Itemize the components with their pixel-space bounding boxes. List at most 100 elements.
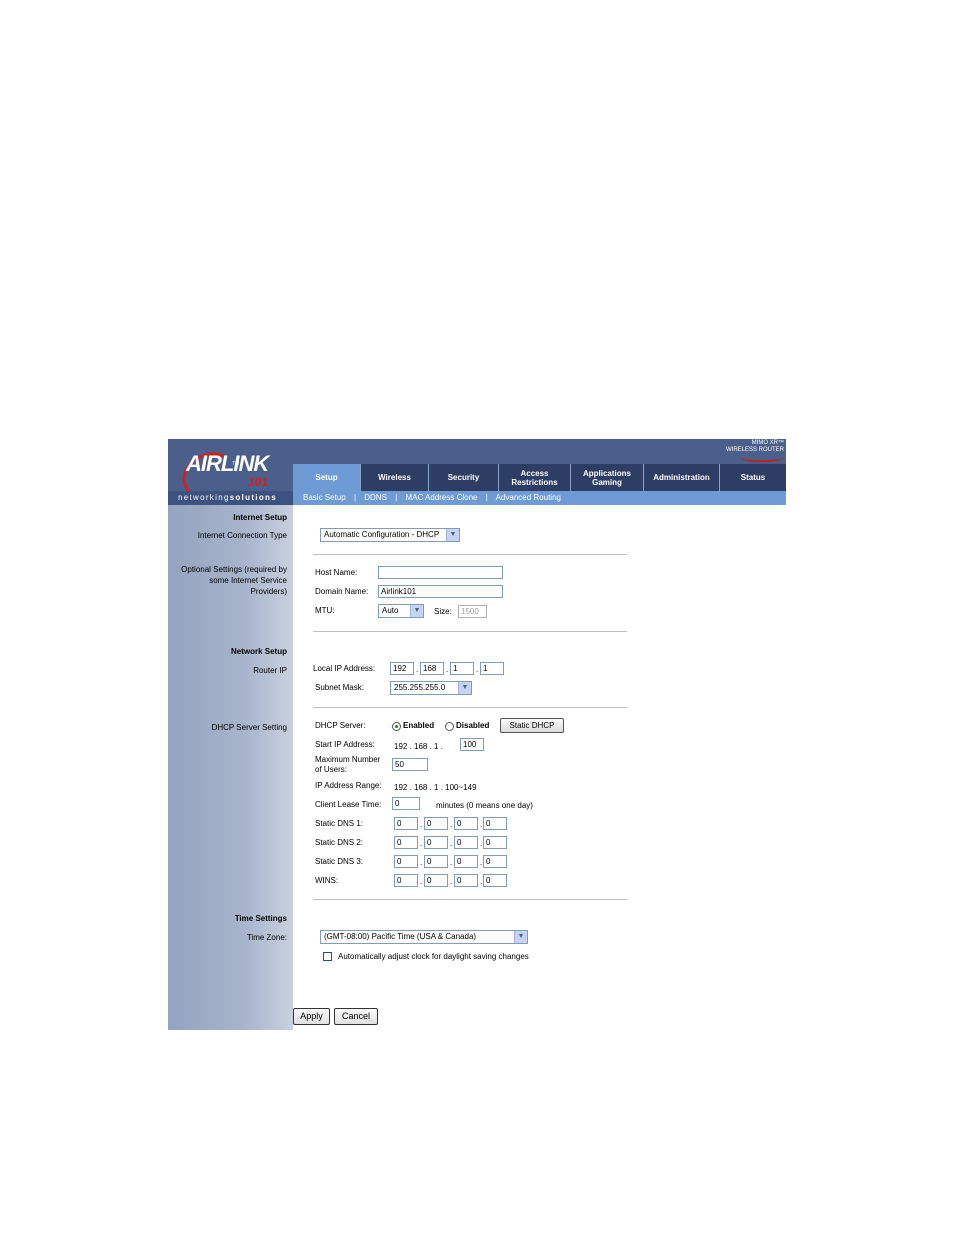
size-label: Size: bbox=[434, 607, 452, 616]
subnav-separator: | bbox=[485, 493, 488, 502]
local-ip-octet-2[interactable]: 168 bbox=[420, 662, 444, 675]
dhcp-enabled-label: Enabled bbox=[403, 721, 435, 730]
dns3-octet-3[interactable]: 0 bbox=[454, 855, 478, 868]
sub-navigation: Basic Setup | DDNS | MAC Address Clone |… bbox=[293, 491, 786, 505]
subnav-basic-setup[interactable]: Basic Setup bbox=[303, 493, 346, 502]
tab-applications-gaming[interactable]: Applications Gaming bbox=[571, 464, 644, 491]
daylight-saving-label: Automatically adjust clock for daylight … bbox=[338, 952, 529, 961]
dns3-octet-4[interactable]: 0 bbox=[483, 855, 507, 868]
tab-security[interactable]: Security bbox=[429, 464, 499, 491]
label-optional-settings: Optional Settings (required by some Inte… bbox=[181, 565, 287, 596]
ip-dot: . bbox=[480, 858, 483, 867]
mtu-select[interactable]: Auto ▼ bbox=[378, 604, 424, 618]
time-zone-value: (GMT-08:00) Pacific Time (USA & Canada) bbox=[324, 932, 477, 941]
wins-octet-1[interactable]: 0 bbox=[394, 874, 418, 887]
section-internet-setup: Internet Setup bbox=[233, 513, 287, 522]
product-name: MIMO XR™ WIRELESS ROUTER bbox=[726, 440, 784, 462]
dns3-octet-1[interactable]: 0 bbox=[394, 855, 418, 868]
router-admin-window: AIRLINK TM 101 networkingsolutions MIMO … bbox=[168, 439, 786, 1030]
brand-tagline: networkingsolutions bbox=[168, 491, 293, 505]
dns1-octet-4[interactable]: 0 bbox=[483, 817, 507, 830]
dhcp-enabled-radio[interactable] bbox=[392, 722, 401, 731]
connection-type-value: Automatic Configuration - DHCP bbox=[324, 530, 440, 539]
local-ip-octet-3[interactable]: 1 bbox=[450, 662, 474, 675]
lease-time-hint: minutes (0 means one day) bbox=[436, 801, 533, 810]
subnet-mask-label: Subnet Mask: bbox=[315, 683, 364, 692]
dns3-label: Static DNS 3: bbox=[315, 857, 364, 866]
chevron-down-icon: ▼ bbox=[458, 682, 471, 694]
divider bbox=[313, 631, 627, 632]
ip-dot: . bbox=[420, 820, 423, 829]
host-name-input[interactable] bbox=[378, 566, 503, 579]
dns3-octet-2[interactable]: 0 bbox=[424, 855, 448, 868]
mtu-value: Auto bbox=[382, 606, 399, 615]
max-users-label: Maximum Number of Users: bbox=[315, 755, 381, 774]
main-content: Automatic Configuration - DHCP ▼ Host Na… bbox=[293, 505, 786, 1030]
sidebar: Internet Setup Internet Connection Type … bbox=[168, 505, 293, 1030]
ip-dot: . bbox=[446, 665, 449, 674]
ip-dot: . bbox=[416, 665, 419, 674]
ip-dot: . bbox=[480, 820, 483, 829]
subnav-mac-address-clone[interactable]: MAC Address Clone bbox=[405, 493, 477, 502]
subnav-advanced-routing[interactable]: Advanced Routing bbox=[496, 493, 561, 502]
wins-label: WINS: bbox=[315, 876, 339, 885]
dns1-label: Static DNS 1: bbox=[315, 819, 364, 828]
host-name-label: Host Name: bbox=[315, 568, 358, 577]
brand-suffix: solutions bbox=[229, 493, 277, 502]
chevron-down-icon: ▼ bbox=[410, 605, 423, 617]
wins-octet-3[interactable]: 0 bbox=[454, 874, 478, 887]
ip-dot: . bbox=[450, 877, 453, 886]
ip-dot: . bbox=[420, 877, 423, 886]
lease-time-input[interactable]: 0 bbox=[392, 797, 420, 810]
dhcp-server-label: DHCP Server: bbox=[315, 721, 366, 730]
wins-octet-4[interactable]: 0 bbox=[483, 874, 507, 887]
tab-administration[interactable]: Administration bbox=[644, 464, 720, 491]
tab-wireless[interactable]: Wireless bbox=[361, 464, 429, 491]
local-ip-octet-4[interactable]: 1 bbox=[480, 662, 504, 675]
apply-button[interactable]: Apply bbox=[293, 1008, 330, 1025]
tab-status[interactable]: Status bbox=[720, 464, 786, 491]
dns1-octet-3[interactable]: 0 bbox=[454, 817, 478, 830]
section-time-settings: Time Settings bbox=[234, 914, 287, 923]
divider bbox=[313, 899, 627, 900]
tab-access-restrictions[interactable]: Access Restrictions bbox=[499, 464, 571, 491]
subnav-ddns[interactable]: DDNS bbox=[364, 493, 387, 502]
ip-dot: . bbox=[480, 877, 483, 886]
ip-dot: . bbox=[476, 665, 479, 674]
subnav-separator: | bbox=[395, 493, 398, 502]
dns2-octet-2[interactable]: 0 bbox=[424, 836, 448, 849]
start-ip-label: Start IP Address: bbox=[315, 740, 375, 749]
subnav-separator: | bbox=[353, 493, 357, 502]
dhcp-disabled-radio[interactable] bbox=[445, 722, 454, 731]
wins-octet-2[interactable]: 0 bbox=[424, 874, 448, 887]
time-zone-select[interactable]: (GMT-08:00) Pacific Time (USA & Canada) … bbox=[320, 930, 528, 944]
max-users-input[interactable]: 50 bbox=[392, 758, 428, 771]
domain-name-input[interactable]: Airlink101 bbox=[378, 585, 503, 598]
static-dhcp-button[interactable]: Static DHCP bbox=[500, 718, 564, 733]
connection-type-select[interactable]: Automatic Configuration - DHCP ▼ bbox=[320, 528, 460, 542]
ip-range-label: IP Address Range: bbox=[315, 781, 382, 790]
ip-dot: . bbox=[480, 839, 483, 848]
ip-dot: . bbox=[450, 858, 453, 867]
ip-dot: . bbox=[420, 858, 423, 867]
swoosh-icon bbox=[740, 454, 784, 462]
local-ip-octet-1[interactable]: 192 bbox=[390, 662, 414, 675]
airlink-logo: AIRLINK TM 101 bbox=[168, 439, 293, 508]
start-ip-last-octet[interactable]: 100 bbox=[460, 738, 484, 751]
mtu-label: MTU: bbox=[315, 606, 335, 615]
section-network-setup: Network Setup bbox=[230, 647, 287, 656]
dns2-octet-3[interactable]: 0 bbox=[454, 836, 478, 849]
ip-dot: . bbox=[450, 839, 453, 848]
subnet-mask-select[interactable]: 255.255.255.0 ▼ bbox=[390, 681, 472, 695]
cancel-button[interactable]: Cancel bbox=[334, 1008, 378, 1025]
dns2-octet-1[interactable]: 0 bbox=[394, 836, 418, 849]
daylight-saving-checkbox[interactable] bbox=[323, 952, 332, 961]
domain-name-label: Domain Name: bbox=[315, 587, 369, 596]
label-dhcp-server-setting: DHCP Server Setting bbox=[211, 723, 287, 732]
dns2-octet-4[interactable]: 0 bbox=[483, 836, 507, 849]
tab-setup[interactable]: Setup bbox=[293, 464, 361, 491]
dns1-octet-2[interactable]: 0 bbox=[424, 817, 448, 830]
lease-time-label: Client Lease Time: bbox=[315, 800, 382, 809]
dns1-octet-1[interactable]: 0 bbox=[394, 817, 418, 830]
local-ip-label: Local IP Address: bbox=[313, 664, 376, 673]
